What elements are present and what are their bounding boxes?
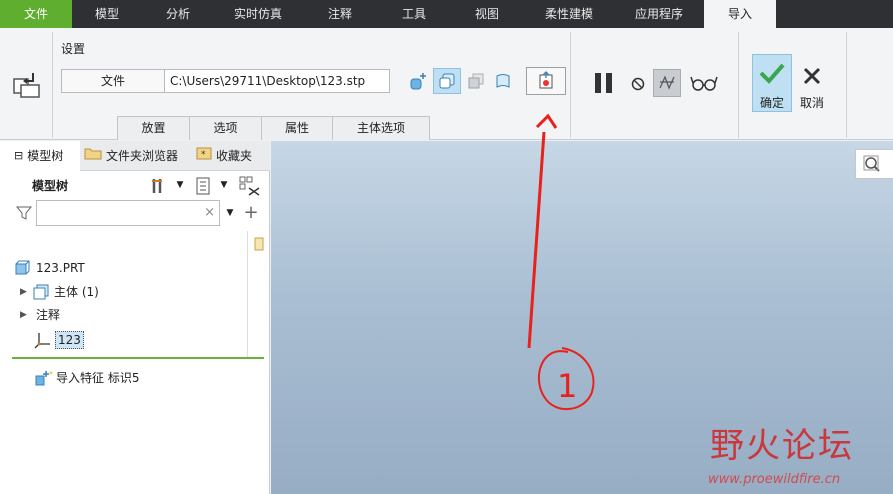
- tree-item-part[interactable]: 123.PRT: [14, 258, 85, 278]
- part-icon: [15, 260, 30, 275]
- panel-tabs: ⊟ 模型树 文件夹浏览器 * 收藏夹: [0, 141, 270, 171]
- glasses-preview-icon[interactable]: [689, 71, 719, 95]
- tree-item-annotations[interactable]: ▶ 注释: [20, 305, 60, 325]
- subtab-properties[interactable]: 属性: [261, 116, 333, 140]
- body-icon: [33, 284, 49, 300]
- import-feature-icon: *: [35, 370, 53, 386]
- tree-item-annotations-label: 注释: [36, 308, 61, 322]
- subtab-options[interactable]: 选项: [189, 116, 262, 140]
- cancel-button[interactable]: [798, 62, 826, 90]
- tab-favorites[interactable]: * 收藏夹: [196, 141, 268, 171]
- tree-columns-icon[interactable]: [238, 175, 262, 197]
- tree-search-input[interactable]: ×: [36, 200, 220, 226]
- insert-here-line[interactable]: [12, 357, 264, 359]
- ok-label: 确定: [759, 96, 784, 110]
- file-label: 文件: [61, 69, 165, 93]
- zoom-icon[interactable]: [856, 150, 893, 180]
- watermark-title: 野火论坛: [710, 426, 854, 466]
- tree-column-divider: [247, 231, 248, 357]
- import-placement-icon[interactable]: [10, 68, 46, 102]
- settings-group-label: 设置: [61, 42, 86, 56]
- favorites-icon: *: [196, 141, 212, 171]
- model-tree-icon: ⊟: [14, 149, 24, 162]
- tree-search-text[interactable]: [37, 201, 197, 225]
- tab-folder-browser-label: 文件夹浏览器: [106, 149, 179, 163]
- tab-view[interactable]: 视图: [450, 0, 524, 28]
- tab-model[interactable]: 模型: [72, 0, 142, 28]
- tab-model-tree-label: 模型树: [27, 149, 64, 163]
- clear-search-icon[interactable]: ×: [204, 205, 215, 220]
- tree-item-csys[interactable]: 123: [34, 330, 84, 350]
- tree-item-body[interactable]: ▶ 主体 (1): [20, 282, 99, 302]
- tab-model-tree[interactable]: ⊟ 模型树: [0, 141, 80, 171]
- tree-item-import-feature-label: 导入特征 标识5: [56, 371, 140, 385]
- tree-filter-list-icon[interactable]: [192, 175, 214, 197]
- preview-mesh-icon[interactable]: [653, 69, 681, 97]
- svg-text:*: *: [201, 150, 206, 160]
- settings-subtabs: 放置 选项 属性 主体选项: [117, 116, 430, 140]
- tab-annotate[interactable]: 注释: [302, 0, 378, 28]
- tree-settings-icon[interactable]: [148, 175, 170, 197]
- model-tree-title: 模型树: [32, 179, 69, 193]
- ribbon-tab-bar: 文件 模型 分析 实时仿真 注释 工具 视图 柔性建模 应用程序 导入: [0, 0, 893, 28]
- cancel-label: 取消: [799, 96, 824, 110]
- folder-icon: [84, 141, 102, 171]
- tree-item-body-label: 主体 (1): [54, 285, 99, 299]
- watermark-url: www.proewildfire.cn: [708, 472, 841, 487]
- tab-favorites-label: 收藏夹: [216, 149, 253, 163]
- subtab-placement[interactable]: 放置: [117, 116, 190, 140]
- filter-funnel-icon: [14, 203, 34, 223]
- watermark-logo: 野火论坛 www.proewildfire.cn: [706, 418, 893, 494]
- tree-settings-dropdown-icon[interactable]: ▼: [174, 179, 186, 191]
- tree-item-part-label: 123.PRT: [36, 261, 85, 275]
- coordinate-system-icon: [34, 333, 50, 349]
- expand-arrow-icon[interactable]: ▶: [20, 282, 32, 302]
- left-panel: ⊟ 模型树 文件夹浏览器 * 收藏夹 模型树 ▼ ▼ × ▼ + 123.PRT…: [0, 141, 270, 494]
- svg-text:*: *: [49, 370, 53, 379]
- file-path-field[interactable]: C:\Users\29711\Desktop\123.stp: [164, 69, 390, 93]
- add-filter-icon[interactable]: +: [242, 202, 260, 223]
- tab-analysis[interactable]: 分析: [142, 0, 214, 28]
- tree-item-import-feature[interactable]: * 导入特征 标识5: [34, 368, 139, 388]
- expand-arrow-icon[interactable]: ▶: [20, 305, 36, 325]
- subtab-body-options[interactable]: 主体选项: [332, 116, 430, 140]
- tab-applications[interactable]: 应用程序: [614, 0, 704, 28]
- tab-folder-browser[interactable]: 文件夹浏览器: [84, 141, 192, 171]
- quilt-icon[interactable]: [492, 70, 514, 92]
- tree-item-csys-label: 123: [55, 331, 84, 349]
- tab-realtime-simulation[interactable]: 实时仿真: [214, 0, 302, 28]
- tab-import[interactable]: 导入: [704, 0, 776, 28]
- pause-icon[interactable]: [590, 70, 618, 96]
- import-surface-icon[interactable]: [407, 70, 429, 92]
- no-preview-icon[interactable]: [628, 74, 648, 94]
- solid-body-icon[interactable]: [465, 70, 487, 92]
- search-dropdown-icon[interactable]: ▼: [224, 207, 236, 219]
- import-solid-toggle-icon[interactable]: [433, 68, 461, 94]
- tab-flexible-modeling[interactable]: 柔性建模: [524, 0, 614, 28]
- tree-filter-dropdown-icon[interactable]: ▼: [218, 179, 230, 191]
- tab-file[interactable]: 文件: [0, 0, 72, 28]
- column-header-icon: [251, 235, 267, 253]
- import-options-button[interactable]: [526, 67, 566, 95]
- view-toolbar[interactable]: [855, 149, 893, 179]
- tab-tools[interactable]: 工具: [378, 0, 450, 28]
- ribbon-panel: 设置 文件 C:\Users\29711\Desktop\123.stp 放置 …: [0, 28, 893, 140]
